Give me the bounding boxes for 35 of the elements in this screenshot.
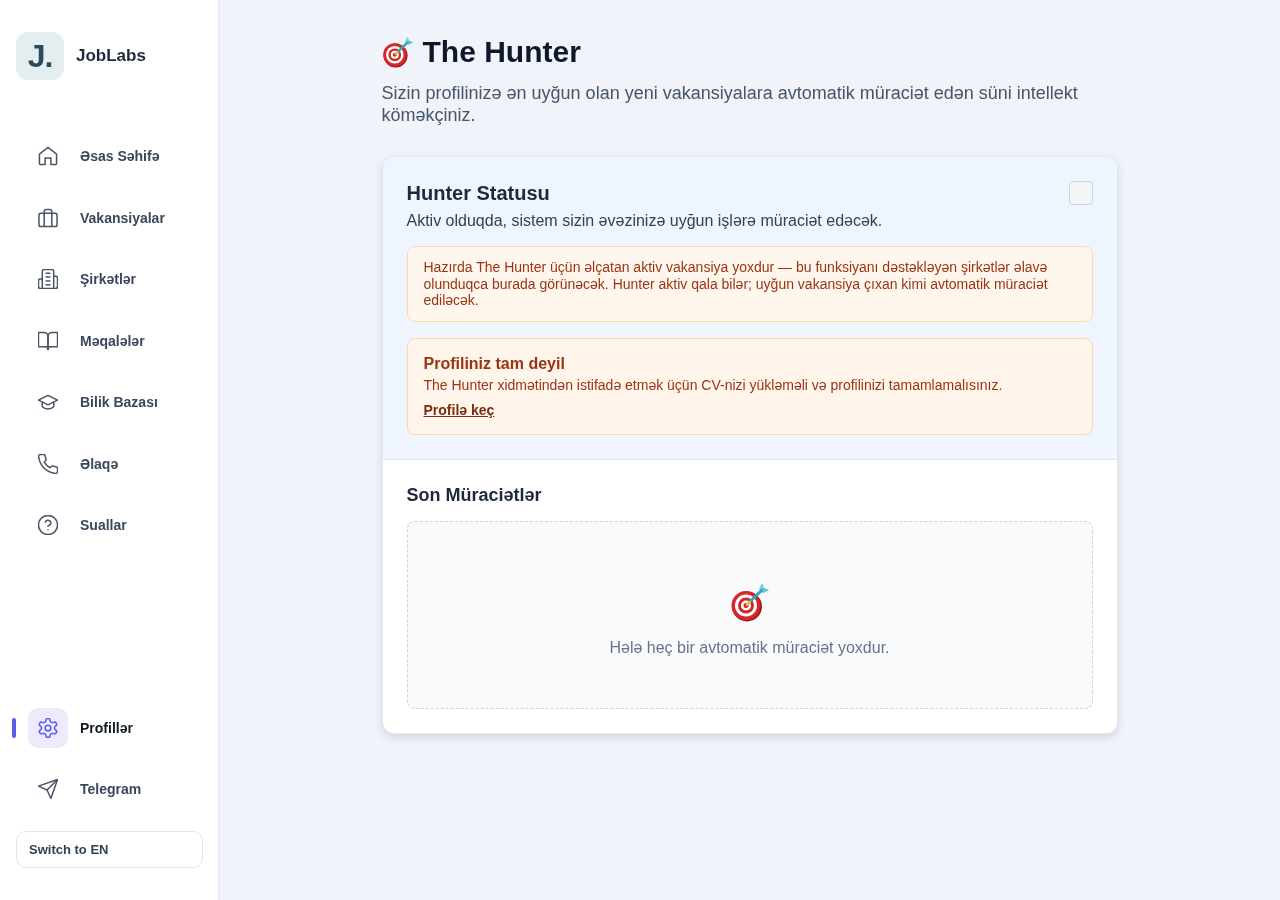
nav-link[interactable]: Vakansiyalar bbox=[28, 197, 165, 238]
nav-link[interactable]: Suallar bbox=[28, 505, 127, 545]
nav-link[interactable]: Şirkətlər bbox=[28, 259, 137, 299]
nav-link[interactable]: Əlaqə bbox=[28, 443, 119, 484]
active-indicator bbox=[12, 717, 16, 738]
logo-mark: J. bbox=[16, 32, 64, 80]
nav-link[interactable]: Əsas Səhifə bbox=[28, 136, 160, 176]
empty-state-text: Hələ heç bir avtomatik müraciət yoxdur. bbox=[609, 637, 890, 658]
status-description: Aktiv olduqda, sistem sizin əvəzinizə uyğun işlərə müraciət edəcək. bbox=[406, 211, 883, 231]
dartboard-icon bbox=[381, 36, 414, 68]
nav-link[interactable]: Telegram bbox=[28, 769, 142, 809]
help-icon bbox=[38, 515, 58, 535]
briefcase-icon bbox=[38, 207, 58, 228]
dartboard-icon bbox=[729, 581, 770, 622]
send-icon bbox=[38, 779, 58, 799]
warning-text: The Hunter xidmətindən istifadə etmək üçün CV-nizi yükləməli və profilinizi tamamlamalısınız. bbox=[423, 376, 1003, 393]
open-book-icon bbox=[38, 330, 58, 351]
home-icon bbox=[38, 146, 58, 166]
language-button[interactable]: Switch to EN bbox=[16, 831, 203, 868]
nav-link[interactable]: Profillər bbox=[28, 707, 133, 748]
building-icon bbox=[38, 269, 58, 289]
status-title: Hunter Statusu bbox=[406, 181, 551, 205]
graduation-cap-icon bbox=[38, 392, 58, 412]
nav-link[interactable]: Məqalələr bbox=[28, 320, 145, 361]
notice-text: Hazırda The Hunter üçün əlçatan aktiv vakansiya yoxdur — bu funksiyanı dəstəkləyən şirkətlər əlavə olunduqca burada görünəcək. Hunter aktiv qala bilər; uyğun vakansiya çıxan kimi avtomatik müraciət ediləcək. bbox=[406, 246, 1093, 322]
page-title: The Hunter bbox=[422, 34, 581, 70]
profile-link[interactable]: Profilə keç bbox=[423, 400, 495, 419]
status-checkbox[interactable] bbox=[1068, 181, 1093, 205]
section-title: Son Müraciətlər bbox=[406, 483, 543, 506]
brand-name: JobLabs bbox=[76, 46, 146, 66]
warning-title: Profiliniz tam deyil bbox=[423, 354, 565, 373]
page-subtitle: Sizin profilinizə ən uyğun olan yeni vakansiyalara avtomatik müraciət edən süni intellekt köməkçiniz. bbox=[381, 82, 1079, 126]
nav-link[interactable]: Bilik Bazası bbox=[28, 382, 158, 422]
settings-icon bbox=[28, 707, 68, 748]
phone-icon bbox=[38, 453, 58, 474]
